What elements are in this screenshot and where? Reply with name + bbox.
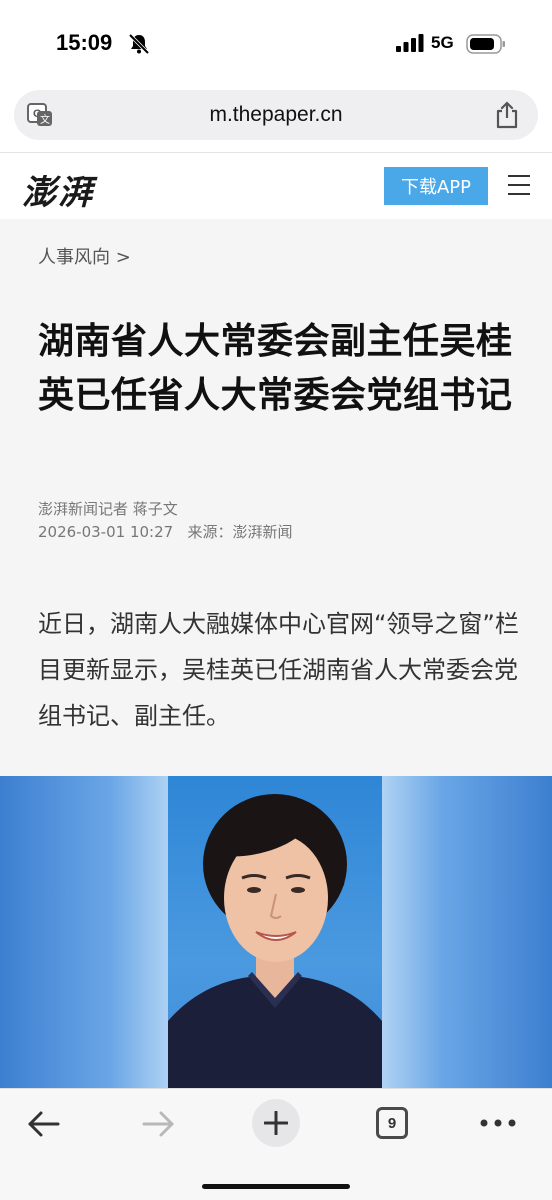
article-title: 湖南省人大常委会副主任吴桂英已任省人大常委会党组书记 bbox=[38, 321, 513, 416]
breadcrumb[interactable]: 人事风向 > bbox=[38, 243, 131, 269]
address-bar[interactable]: G 文 m.thepaper.cn bbox=[14, 90, 538, 140]
site-logo[interactable]: 澎湃 bbox=[22, 165, 94, 214]
plus-icon bbox=[264, 1111, 288, 1135]
download-app-button[interactable]: 下载APP bbox=[384, 167, 488, 205]
new-tab-button[interactable] bbox=[252, 1099, 300, 1147]
article-lede: 近日，湖南人大融媒体中心官网“领导之窗”栏目更新显示，吴桂英已任湖南省人大常委会… bbox=[38, 610, 519, 730]
cellular-signal-icon bbox=[396, 34, 424, 52]
home-indicator bbox=[202, 1184, 350, 1189]
article: 人事风向 > 湖南省人大常委会副主任吴桂英已任省人大常委会党组书记 澎湃新闻记者… bbox=[0, 219, 552, 776]
forward-arrow-icon[interactable] bbox=[142, 1109, 176, 1139]
back-arrow-icon[interactable] bbox=[26, 1109, 60, 1139]
author: 澎湃新闻记者 蒋子文 bbox=[38, 500, 178, 518]
hamburger-menu-icon[interactable] bbox=[508, 175, 530, 197]
status-time: 15:09 bbox=[56, 30, 113, 55]
portrait-image bbox=[168, 794, 382, 1088]
battery-icon bbox=[466, 34, 505, 54]
article-photo bbox=[0, 776, 552, 1088]
publish-meta: 2026-03-01 10:27 来源：澎湃新闻 bbox=[38, 523, 293, 541]
network-type: 5G bbox=[431, 33, 454, 52]
url-text[interactable]: m.thepaper.cn bbox=[14, 103, 538, 127]
more-options-icon[interactable] bbox=[480, 1119, 516, 1127]
tab-switcher-button[interactable]: 9 bbox=[376, 1107, 408, 1139]
site-header: 澎湃 下载APP bbox=[0, 153, 552, 219]
status-bar: 15:09 5G bbox=[0, 0, 552, 88]
share-icon[interactable] bbox=[494, 100, 520, 130]
bell-muted-icon bbox=[128, 33, 150, 55]
byline: 澎湃新闻记者 蒋子文 2026-03-01 10:27 来源：澎湃新闻 bbox=[38, 498, 292, 544]
